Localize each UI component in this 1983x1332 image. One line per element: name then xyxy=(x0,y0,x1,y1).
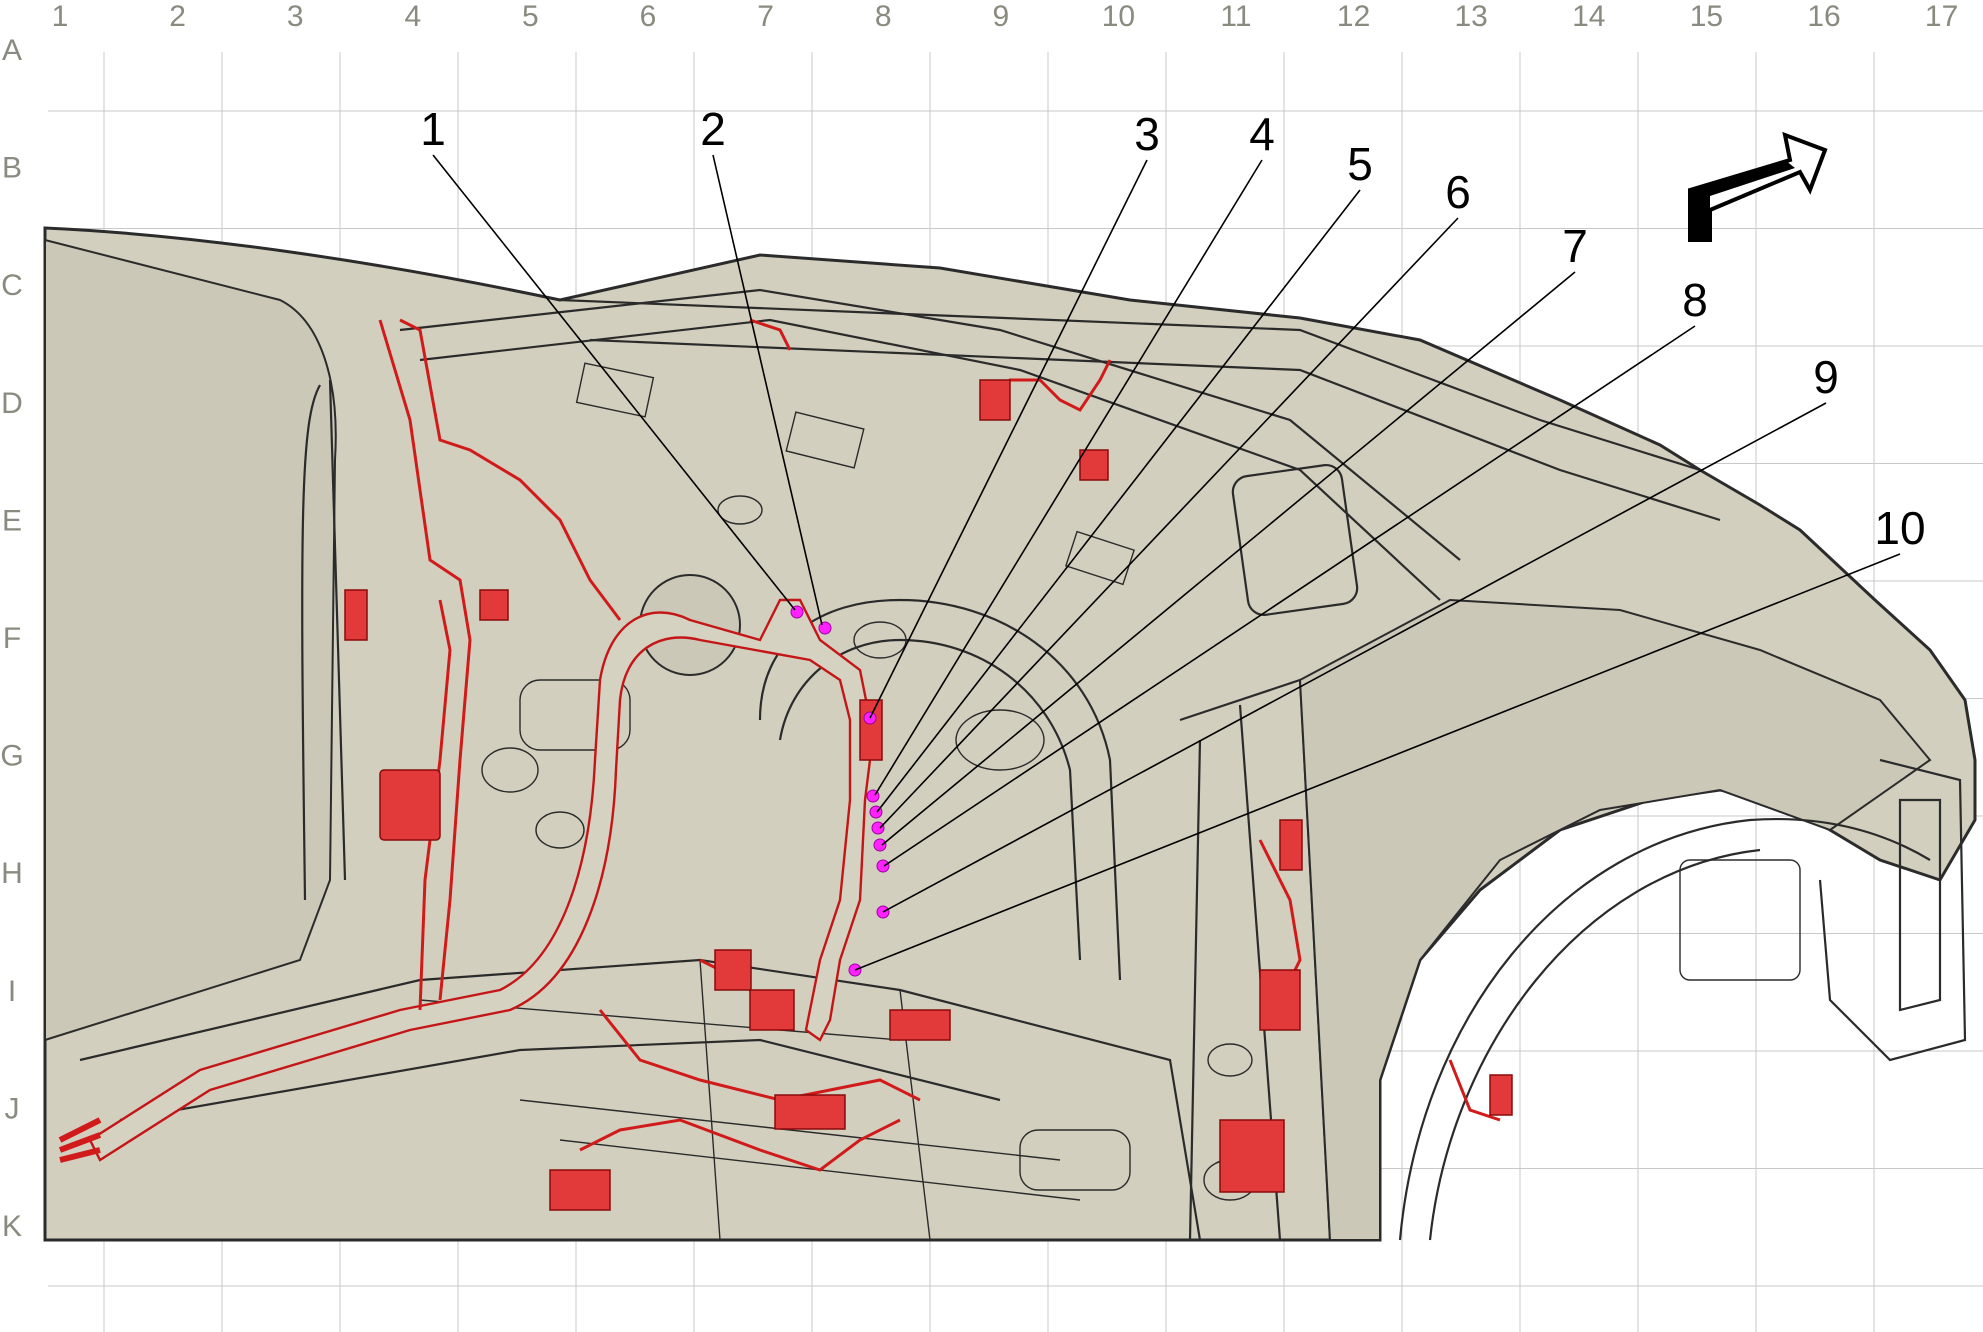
grid-column-label: 9 xyxy=(992,0,1009,33)
connector xyxy=(749,989,795,1031)
grid-row-label: I xyxy=(8,975,16,1008)
grid-column-label: 5 xyxy=(522,0,539,33)
callout-label: 8 xyxy=(1682,274,1708,326)
grid-column-label: 8 xyxy=(875,0,892,33)
callout-label: 6 xyxy=(1445,166,1471,218)
connector xyxy=(979,379,1011,421)
grid-row-label: J xyxy=(5,1092,20,1125)
quarter-panel xyxy=(1298,598,1932,1241)
harness-clip-dot xyxy=(876,859,890,873)
grid-column-label: 3 xyxy=(287,0,304,33)
harness-clip-dot xyxy=(871,821,885,835)
grid-column-label: 4 xyxy=(404,0,421,33)
grid-column-label: 17 xyxy=(1925,0,1958,33)
grid-row-label: C xyxy=(1,269,23,302)
connector xyxy=(479,589,509,621)
grid-column-label: 16 xyxy=(1807,0,1840,33)
connector xyxy=(714,949,752,991)
connector xyxy=(1219,1119,1285,1193)
connector xyxy=(1279,819,1303,871)
harness-clip-dot xyxy=(818,621,832,635)
connector xyxy=(549,1169,611,1211)
forward-arrow-icon xyxy=(1688,131,1828,242)
callout-label: 7 xyxy=(1562,220,1588,272)
grid-column-label: 10 xyxy=(1102,0,1135,33)
grid-column-label: 14 xyxy=(1572,0,1605,33)
callout-label: 5 xyxy=(1347,138,1373,190)
grid-row-labels: A B C D E F G H I J K L xyxy=(0,34,23,1332)
grid-column-label: 7 xyxy=(757,0,774,33)
grid-column-label: 15 xyxy=(1690,0,1723,33)
grid-row-label: B xyxy=(2,152,22,185)
connector xyxy=(379,769,441,841)
grid-row-label: E xyxy=(2,504,22,537)
grid-row-label: H xyxy=(1,857,23,890)
callout-label: 1 xyxy=(420,103,446,155)
grid-row-label: A xyxy=(2,34,22,67)
grid-column-labels: 1 2 3 4 5 6 7 8 9 10 11 12 13 14 15 16 17 xyxy=(52,0,1959,33)
callout-label: 9 xyxy=(1813,351,1839,403)
connector xyxy=(859,699,883,761)
grid-row-label: K xyxy=(2,1210,22,1243)
grid-row-label: F xyxy=(3,622,21,655)
callout-label: 10 xyxy=(1874,502,1925,554)
connector xyxy=(889,1009,951,1041)
grid-column-label: 2 xyxy=(169,0,186,33)
diagram-canvas: 1234567891011121314151617 ABCDEFGHIJKL 1… xyxy=(0,0,1983,1332)
wiring-harness-location-view: 1234567891011121314151617 ABCDEFGHIJKL 1… xyxy=(0,0,1983,1332)
grid-column-label: 13 xyxy=(1455,0,1488,33)
grid-column-label: 1 xyxy=(52,0,69,33)
callout-label: 4 xyxy=(1249,108,1275,160)
connector xyxy=(344,589,368,641)
callout-label: 3 xyxy=(1134,108,1160,160)
connector xyxy=(1079,449,1109,481)
grid-row-label: L xyxy=(4,1328,21,1332)
grid-row-label: D xyxy=(1,387,23,420)
grid-column-label: 12 xyxy=(1337,0,1370,33)
connector xyxy=(774,1094,846,1130)
connector xyxy=(1259,969,1301,1031)
side-opening-panel xyxy=(44,238,337,1042)
harness-clip-dot xyxy=(873,838,887,852)
connector xyxy=(1489,1074,1513,1116)
grid-column-label: 6 xyxy=(640,0,657,33)
callout-label: 2 xyxy=(700,103,726,155)
grid-column-label: 11 xyxy=(1220,0,1251,33)
grid-row-label: G xyxy=(0,740,23,773)
